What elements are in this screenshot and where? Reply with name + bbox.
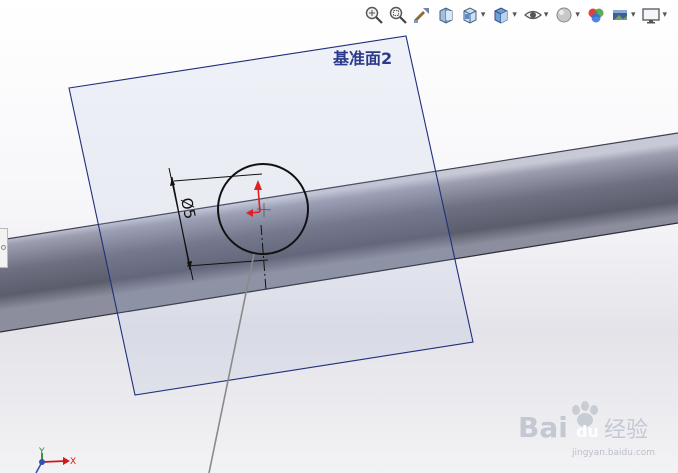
section-view-icon[interactable]: [435, 4, 457, 26]
edit-appearance-caret[interactable]: ▾: [575, 10, 580, 20]
heads-up-view-toolbar: ▾ ▾ ▾ ▾ ▾ ▾: [363, 0, 678, 30]
display-style-icon[interactable]: [490, 4, 512, 26]
hide-show-caret[interactable]: ▾: [544, 10, 549, 20]
scene-tool-icon[interactable]: [609, 4, 631, 26]
triad-x-label: X: [70, 457, 76, 467]
watermark-brand: Bai: [518, 411, 568, 444]
display-style-caret[interactable]: ▾: [512, 10, 517, 20]
edit-appearance-icon[interactable]: [553, 4, 575, 26]
view-orientation-icon[interactable]: [459, 4, 481, 26]
graphics-viewport[interactable]: 基准面2 Ø5 X Y Bai du 经验 jingyan.baidu.com: [0, 0, 678, 473]
triad-y-label: Y: [38, 447, 45, 457]
view-orientation-caret[interactable]: ▾: [481, 10, 486, 20]
view-settings-caret[interactable]: ▾: [662, 10, 667, 20]
apply-scene-icon[interactable]: [585, 4, 607, 26]
previous-view-icon[interactable]: [411, 4, 433, 26]
hide-show-items-icon[interactable]: [522, 4, 544, 26]
zoom-to-fit-icon[interactable]: [363, 4, 385, 26]
watermark-cn: 经验: [604, 418, 648, 443]
view-settings-icon[interactable]: [640, 4, 662, 26]
reference-plane[interactable]: [68, 35, 474, 396]
apply-scene-caret[interactable]: ▾: [631, 10, 636, 20]
watermark-url: jingyan.baidu.com: [571, 448, 655, 458]
side-panel-toggle[interactable]: [0, 228, 8, 268]
plane-label: 基准面2: [332, 49, 392, 68]
zoom-to-area-icon[interactable]: [387, 4, 409, 26]
watermark-du: du: [576, 422, 599, 441]
